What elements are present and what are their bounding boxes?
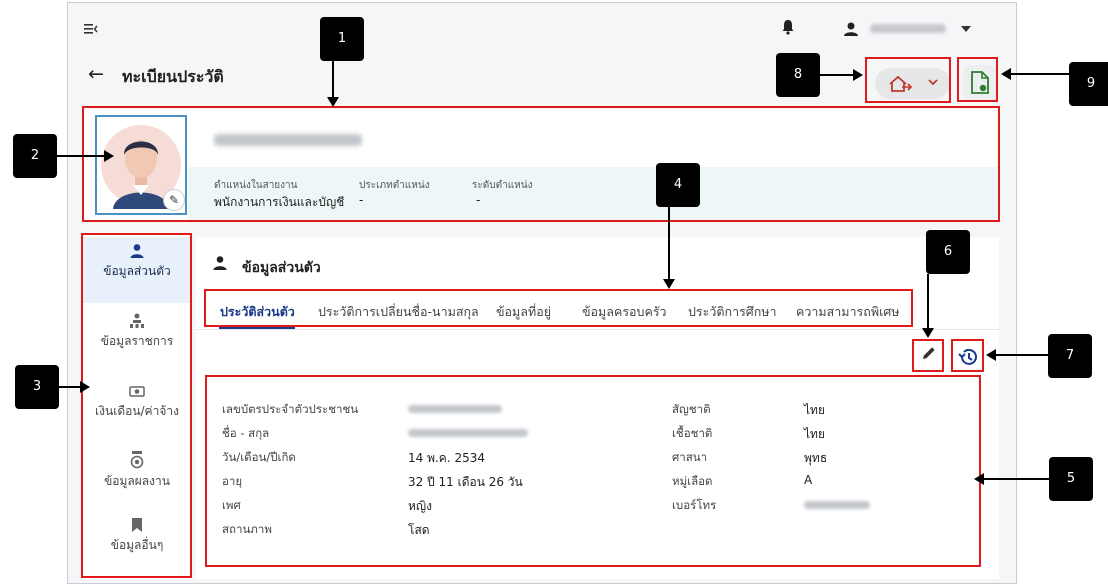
callout-3-line [59, 386, 81, 388]
callout-5-line [982, 478, 1049, 480]
user-icon[interactable] [843, 21, 859, 41]
highlight-box-document [957, 57, 998, 102]
callout-1: 1 [320, 17, 364, 61]
callout-7-line [994, 354, 1048, 356]
back-arrow-icon[interactable]: ← [88, 63, 104, 85]
callout-3: 3 [15, 365, 59, 409]
callout-2: 2 [13, 134, 57, 178]
highlight-box-history [951, 339, 984, 372]
divider [196, 329, 999, 330]
callout-2-line [57, 155, 105, 157]
callout-8: 8 [776, 53, 820, 97]
callout-9: 9 [1069, 62, 1108, 106]
person-icon [212, 255, 228, 275]
highlight-box-info [205, 375, 981, 567]
callout-3-arrow [80, 381, 90, 393]
callout-7: 7 [1048, 334, 1092, 378]
bell-icon[interactable] [781, 19, 795, 39]
callout-8-arrow [853, 69, 863, 81]
highlight-box-tabs [204, 289, 913, 327]
menu-collapse-icon[interactable] [84, 23, 98, 39]
highlight-box-edit [912, 339, 944, 372]
callout-4-line [668, 207, 670, 281]
username-redacted[interactable] [870, 24, 946, 33]
highlight-box-profile [82, 106, 1000, 222]
section-title: ข้อมูลส่วนตัว [242, 260, 321, 276]
highlight-box-home [865, 57, 951, 103]
callout-2-arrow [104, 150, 114, 162]
callout-4: 4 [656, 163, 700, 207]
callout-4-arrow [663, 279, 675, 289]
callout-7-arrow [986, 349, 996, 361]
highlight-box-sidebar [81, 233, 192, 578]
callout-6-line [927, 274, 929, 330]
callout-5-arrow [974, 473, 984, 485]
callout-1-arrow [327, 97, 339, 107]
callout-8-line [820, 74, 854, 76]
top-bar [68, 3, 1016, 55]
callout-6: 6 [926, 230, 970, 274]
callout-9-arrow [1001, 68, 1011, 80]
page-title: ทะเบียนประวัติ [122, 67, 224, 86]
callout-1-line [332, 61, 334, 99]
callout-6-arrow [922, 328, 934, 338]
chevron-down-icon[interactable] [961, 26, 971, 32]
callout-9-line [1010, 73, 1069, 75]
callout-5: 5 [1049, 457, 1093, 501]
